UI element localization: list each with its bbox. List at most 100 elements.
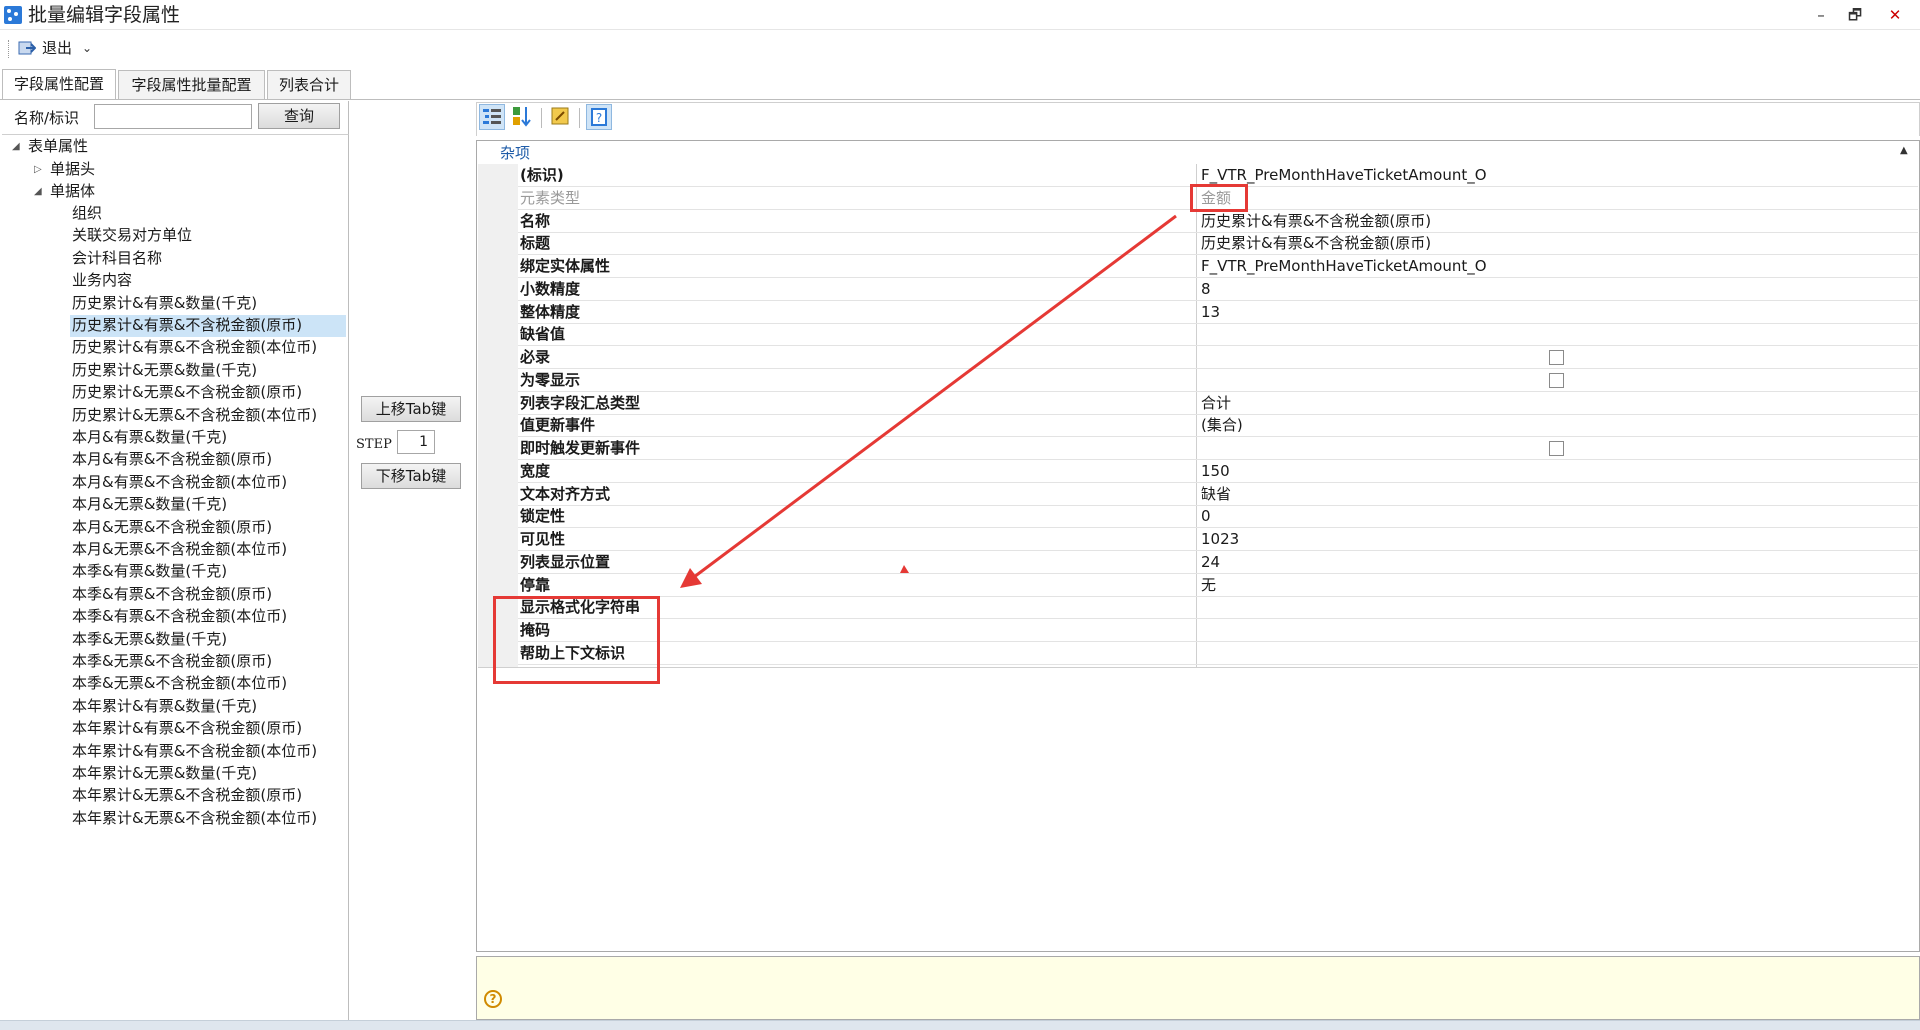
tree-node-field[interactable]: 本年累计&无票&不含税金额(原币)	[70, 785, 304, 807]
close-button[interactable]: ✕	[1880, 4, 1910, 26]
tree-node-field[interactable]: 关联交易对方单位	[70, 225, 194, 247]
property-value[interactable]: F_VTR_PreMonthHaveTicketAmount_O	[1201, 164, 1487, 186]
property-toolbar	[476, 102, 1920, 136]
tree-node-field[interactable]: 本季&无票&不含税金额(本位币)	[70, 673, 289, 695]
step-label: STEP	[356, 437, 392, 452]
property-row[interactable]	[518, 574, 1918, 597]
property-value[interactable]: 24	[1201, 551, 1220, 573]
tree-node-field[interactable]: 历史累计&有票&数量(千克)	[70, 293, 259, 315]
expand-body-icon[interactable]: ◢	[34, 181, 42, 202]
tree-node-field[interactable]: 本季&有票&不含税金额(本位币)	[70, 606, 289, 628]
tab-field-property-batch-config[interactable]: 字段属性批量配置	[118, 70, 265, 100]
tab-field-property-config[interactable]: 字段属性配置	[2, 69, 116, 100]
property-value[interactable]: 1023	[1201, 528, 1239, 550]
help-toggle-icon[interactable]: ?	[586, 104, 612, 130]
tree-node-field[interactable]: 本年累计&有票&不含税金额(原币)	[70, 718, 304, 740]
tree-node-header[interactable]: 单据头	[48, 159, 97, 181]
tree-node-field[interactable]: 历史累计&有票&不含税金额(原币)	[70, 315, 346, 337]
tree-node-field[interactable]: 本年累计&无票&数量(千克)	[70, 763, 259, 785]
tree-node-field[interactable]: 历史累计&无票&不含税金额(原币)	[70, 382, 304, 404]
property-value[interactable]: 历史累计&有票&不含税金额(原币)	[1201, 232, 1431, 254]
property-name: 标题	[520, 234, 551, 253]
title-bar	[0, 0, 1920, 30]
tree-node-field[interactable]: 本年累计&无票&不含税金额(本位币)	[70, 808, 319, 830]
property-value[interactable]: 0	[1201, 505, 1211, 527]
query-button[interactable]: 查询	[258, 103, 340, 129]
property-value[interactable]: 8	[1201, 278, 1211, 300]
tree-node-field[interactable]: 会计科目名称	[70, 248, 164, 270]
grid-left-margin	[478, 164, 518, 667]
exit-button[interactable]: 退出	[42, 38, 72, 58]
move-down-tab-button[interactable]: 下移Tab键	[361, 463, 461, 489]
property-value[interactable]: 150	[1201, 460, 1230, 482]
categorized-icon[interactable]	[479, 104, 505, 130]
tree-node-field[interactable]: 本月&有票&不含税金额(原币)	[70, 449, 274, 471]
tree-node-field[interactable]: 本月&无票&不含税金额(本位币)	[70, 539, 289, 561]
help-icon: ?	[484, 990, 502, 1008]
category-label[interactable]: 杂项	[500, 143, 530, 163]
minimize-button[interactable]: –	[1806, 4, 1836, 26]
svg-text:?: ?	[596, 111, 602, 125]
tree-node-field[interactable]: 历史累计&无票&不含税金额(本位币)	[70, 405, 319, 427]
app-icon	[4, 6, 22, 24]
tree-node-field[interactable]: 本季&无票&数量(千克)	[70, 629, 229, 651]
toolbar-separator	[541, 108, 542, 128]
tree-node-field[interactable]: 本季&有票&不含税金额(原币)	[70, 584, 274, 606]
tree-node-field[interactable]: 本季&无票&不含税金额(原币)	[70, 651, 274, 673]
status-strip	[0, 1020, 1920, 1030]
exit-icon[interactable]	[18, 40, 37, 56]
tree-node-body[interactable]: 单据体	[48, 181, 97, 203]
property-pages-icon[interactable]	[548, 104, 574, 130]
toolbar-separator	[579, 108, 580, 128]
property-row[interactable]	[518, 619, 1918, 642]
tree-node-field[interactable]: 本年累计&有票&数量(千克)	[70, 696, 259, 718]
property-checkbox[interactable]	[1549, 350, 1564, 365]
property-row[interactable]	[518, 505, 1918, 529]
tree-node-field[interactable]: 本月&无票&不含税金额(原币)	[70, 517, 274, 539]
property-row[interactable]	[518, 642, 1918, 665]
expand-root-icon[interactable]: ◢	[12, 136, 20, 157]
property-value[interactable]: 合计	[1201, 392, 1231, 414]
restore-button[interactable]: 🗗	[1840, 4, 1870, 26]
annotation-box-element-type	[1190, 184, 1248, 212]
exit-dropdown-icon[interactable]: ⌄	[82, 38, 92, 58]
window: 批量编辑字段属性 – 🗗 ✕ 退出 ⌄ 字段属性配置 字段属性批量配置 列表合计…	[0, 0, 1920, 1030]
property-value[interactable]: 缺省	[1201, 483, 1231, 505]
property-row[interactable]	[518, 323, 1918, 347]
property-value[interactable]: 13	[1201, 301, 1220, 323]
property-row[interactable]	[518, 596, 1918, 620]
property-row[interactable]	[518, 369, 1918, 392]
move-up-tab-button[interactable]: 上移Tab键	[361, 396, 461, 422]
tab-list-total[interactable]: 列表合计	[267, 70, 351, 100]
property-name: 值更新事件	[520, 416, 596, 435]
property-value[interactable]: 历史累计&有票&不含税金额(原币)	[1201, 210, 1431, 232]
property-name: 缺省值	[520, 325, 566, 344]
property-row[interactable]	[518, 346, 1918, 369]
property-name: 元素类型	[520, 188, 581, 207]
property-value[interactable]: (集合)	[1201, 414, 1243, 436]
tree-node-field[interactable]: 历史累计&无票&数量(千克)	[70, 360, 259, 382]
tree-node-field[interactable]: 本季&有票&数量(千克)	[70, 561, 229, 583]
property-value[interactable]: F_VTR_PreMonthHaveTicketAmount_O	[1201, 255, 1487, 277]
collapse-category-icon[interactable]: ▲	[1900, 145, 1908, 156]
tree-node-field[interactable]: 本月&有票&数量(千克)	[70, 427, 229, 449]
property-checkbox[interactable]	[1549, 441, 1564, 456]
property-checkbox[interactable]	[1549, 372, 1564, 388]
step-input[interactable]: 1	[397, 430, 435, 454]
tree-node-field[interactable]: 本月&无票&数量(千克)	[70, 494, 229, 516]
tree-node-root[interactable]: 表单属性	[26, 136, 90, 158]
tree-node-field[interactable]: 业务内容	[70, 270, 134, 292]
tree-node-field[interactable]: 组织	[70, 203, 104, 225]
tree-node-field[interactable]: 本年累计&有票&不含税金额(本位币)	[70, 741, 319, 763]
expand-header-icon[interactable]: ▷	[34, 159, 42, 180]
property-row[interactable]	[518, 278, 1918, 301]
property-value[interactable]: 无	[1201, 574, 1216, 596]
tree-node-field[interactable]: 本月&有票&不含税金额(本位币)	[70, 472, 289, 494]
search-input[interactable]	[94, 104, 252, 129]
window-title: 批量编辑字段属性	[28, 4, 181, 26]
tree-node-field[interactable]: 历史累计&有票&不含税金额(本位币)	[70, 337, 319, 359]
property-name: 小数精度	[520, 279, 581, 298]
tab-strip-border	[0, 99, 1920, 100]
sort-alphabetical-icon[interactable]	[510, 104, 536, 130]
property-row[interactable]	[518, 437, 1918, 460]
